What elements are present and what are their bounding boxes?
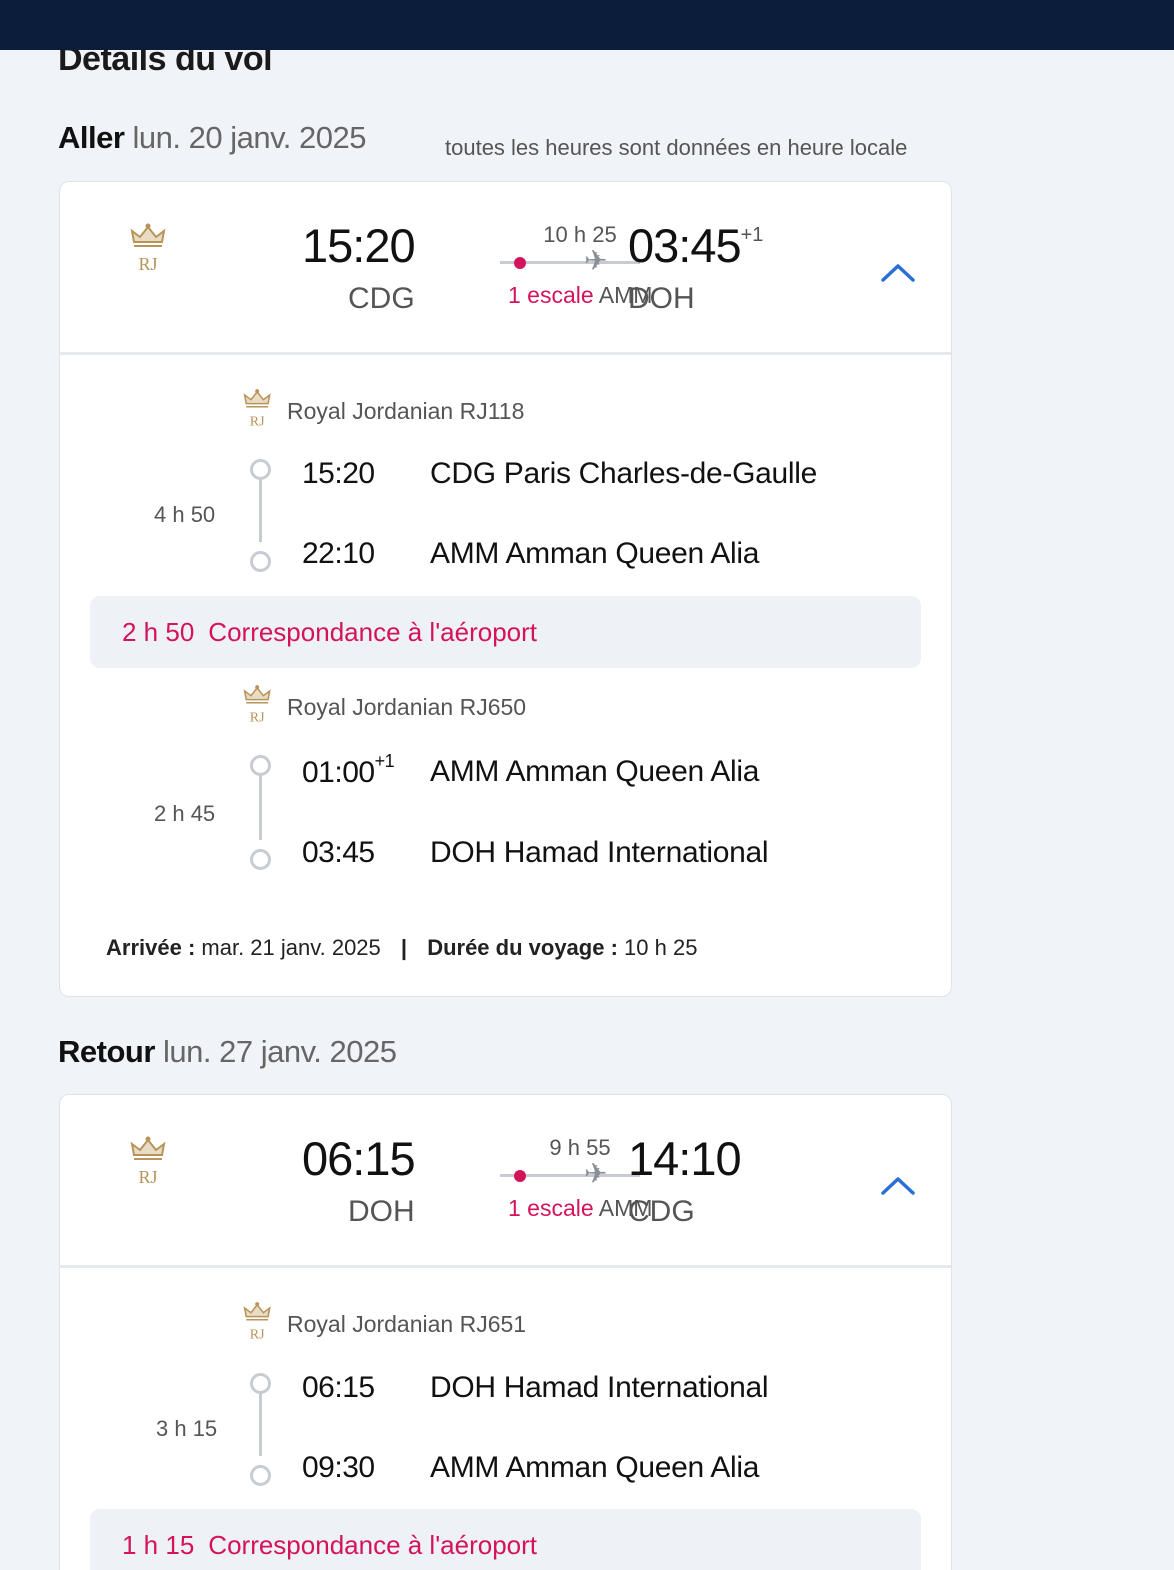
segment-departure-airport: DOH Hamad International — [430, 1371, 769, 1404]
departure-code: CDG — [348, 282, 415, 315]
stop-dot — [514, 257, 526, 269]
return-summary[interactable]: RJ 06:15 DOH 9 h 55 ✈ 1 escale AMM 14:10… — [60, 1095, 951, 1268]
segment-duration: 2 h 45 — [154, 801, 216, 826]
segment-arrival-time: 03:45 — [302, 836, 375, 869]
svg-text:RJ: RJ — [250, 413, 265, 429]
segment-arrival-marker — [250, 1465, 271, 1486]
outbound-flight-card: RJ 15:20 CDG 10 h 25 ✈ 1 escale AMM 03:4… — [59, 181, 952, 997]
segment-arrival-airport: AMM Amman Queen Alia — [430, 537, 760, 570]
segment-duration: 4 h 50 — [154, 502, 216, 527]
segment-departure-time-value: 01:00 — [302, 756, 375, 789]
outbound-leg-heading: Aller lun. 20 janv. 2025 — [58, 120, 367, 156]
arrival-date: mar. 21 janv. 2025 — [201, 935, 381, 960]
return-label: Retour — [58, 1034, 155, 1069]
segment-departure-marker — [250, 459, 271, 480]
segment-airline: Royal Jordanian RJ651 — [287, 1311, 527, 1337]
segment-timeline — [259, 1394, 262, 1456]
return-flight-card: RJ 06:15 DOH 9 h 55 ✈ 1 escale AMM 14:10… — [59, 1094, 952, 1570]
top-navigation-bar — [0, 0, 1174, 50]
trip-duration-label: Durée du voyage : — [427, 935, 618, 960]
segment-timeline — [259, 776, 262, 840]
stops-count: 1 escale — [508, 1195, 594, 1221]
svg-text:RJ: RJ — [138, 254, 157, 274]
plane-icon: ✈ — [584, 245, 608, 276]
trip-duration-value: 10 h 25 — [624, 935, 698, 960]
chevron-up-icon[interactable] — [880, 1173, 916, 1197]
connection-duration: 1 h 15 — [122, 1530, 195, 1560]
connection-duration: 2 h 50 — [122, 617, 195, 647]
segment-arrival-time: 22:10 — [302, 537, 375, 570]
stop-dot — [514, 1170, 526, 1182]
footer-separator: | — [400, 935, 408, 960]
svg-text:RJ: RJ — [250, 709, 265, 725]
segment-departure-time: 15:20 — [302, 457, 375, 490]
segment-departure-time: 06:15 — [302, 1371, 375, 1404]
chevron-up-icon[interactable] — [880, 260, 916, 284]
connection-label: Correspondance à l'aéroport — [208, 617, 538, 647]
airline-logo-icon: RJ — [126, 222, 170, 280]
connection-banner: 2 h 50 Correspondance à l'aéroport — [90, 596, 921, 668]
airline-logo-icon: RJ — [240, 1301, 274, 1346]
airline-logo-icon: RJ — [126, 1135, 170, 1193]
arrival-code: CDG — [628, 1195, 695, 1228]
svg-text:RJ: RJ — [138, 1167, 157, 1187]
arrival-time-value: 14:10 — [628, 1132, 742, 1185]
arrival-time: 03:45+1 — [628, 218, 763, 273]
day-offset: +1 — [374, 751, 395, 771]
departure-time: 06:15 — [302, 1132, 416, 1185]
segment-airline: Royal Jordanian RJ118 — [287, 398, 525, 424]
segment-airline: Royal Jordanian RJ650 — [287, 694, 527, 720]
connection-banner: 1 h 15 Correspondance à l'aéroport — [90, 1509, 921, 1570]
airline-logo-icon: RJ — [240, 684, 274, 729]
segment-departure-marker — [250, 755, 271, 776]
return-date: lun. 27 janv. 2025 — [163, 1034, 397, 1069]
day-offset: +1 — [740, 224, 764, 247]
connection-label: Correspondance à l'aéroport — [208, 1530, 538, 1560]
plane-icon: ✈ — [584, 1158, 608, 1189]
outbound-date: lun. 20 janv. 2025 — [132, 120, 367, 155]
segment-arrival-time: 09:30 — [302, 1451, 375, 1484]
segment-arrival-airport: AMM Amman Queen Alia — [430, 1451, 760, 1484]
outbound-label: Aller — [58, 120, 125, 155]
trip-footer: Arrivée : mar. 21 janv. 2025 | Durée du … — [106, 935, 697, 961]
arrival-code: DOH — [628, 282, 695, 315]
outbound-summary[interactable]: RJ 15:20 CDG 10 h 25 ✈ 1 escale AMM 03:4… — [60, 182, 951, 355]
segment-arrival-marker — [250, 849, 271, 870]
segment-arrival-airport: DOH Hamad International — [430, 836, 769, 869]
arrival-label: Arrivée : — [106, 935, 196, 960]
departure-code: DOH — [348, 1195, 415, 1228]
segment-departure-time: 01:00+1 — [302, 751, 395, 790]
segment-timeline — [259, 480, 262, 542]
stops-count: 1 escale — [508, 282, 594, 308]
segment-departure-airport: AMM Amman Queen Alia — [430, 755, 760, 788]
departure-time: 15:20 — [302, 219, 416, 272]
return-leg-heading: Retour lun. 27 janv. 2025 — [58, 1034, 397, 1070]
segment-departure-airport: CDG Paris Charles-de-Gaulle — [430, 457, 818, 490]
timezone-note: toutes les heures sont données en heure … — [445, 135, 908, 160]
svg-text:RJ: RJ — [250, 1326, 265, 1342]
airline-logo-icon: RJ — [240, 388, 274, 433]
segment-arrival-marker — [250, 551, 271, 572]
segment-duration: 3 h 15 — [156, 1416, 218, 1441]
segment-departure-marker — [250, 1373, 271, 1394]
arrival-time-value: 03:45 — [628, 219, 742, 272]
arrival-time: 14:10 — [628, 1131, 742, 1186]
